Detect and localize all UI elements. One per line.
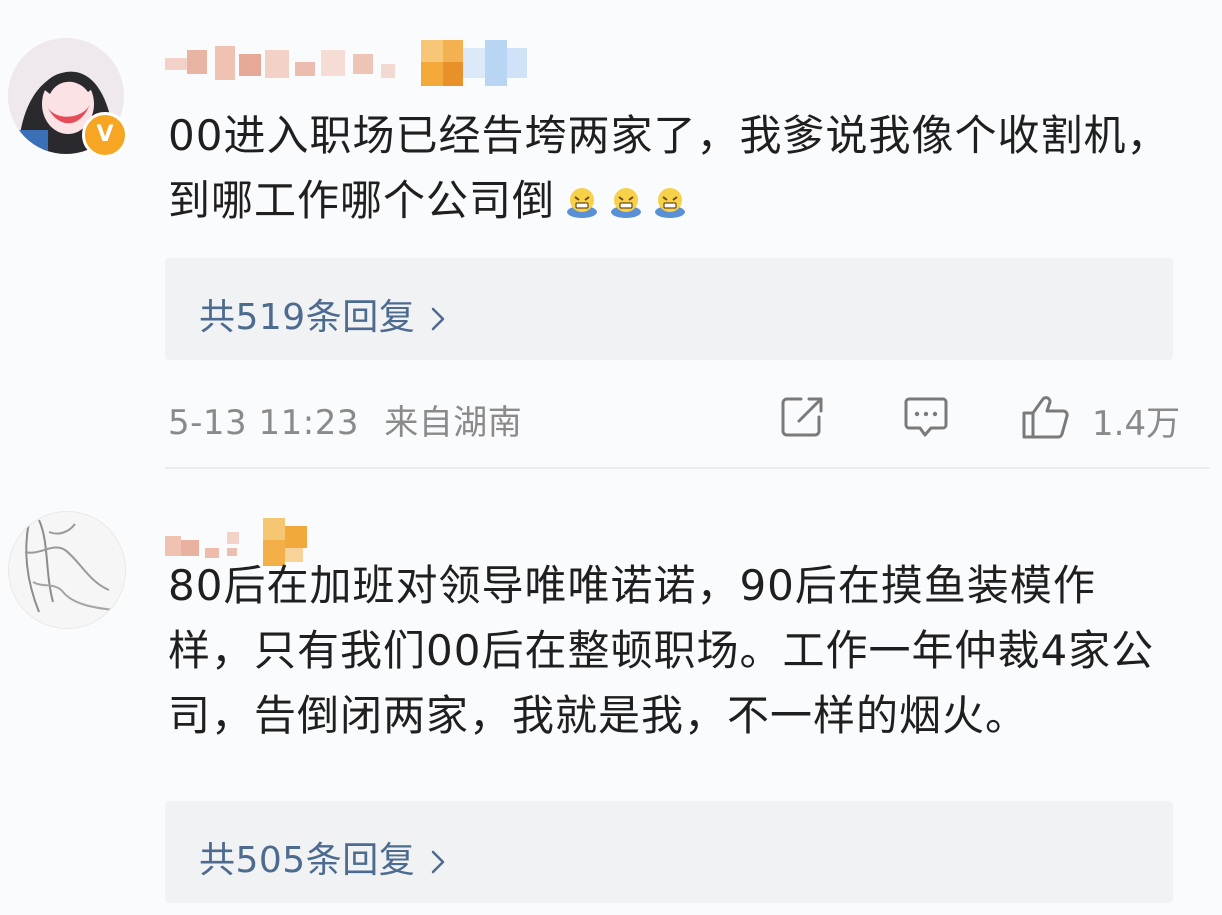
sweat-grimace-emoji-icon	[655, 188, 686, 218]
verified-badge-icon: V	[82, 112, 128, 158]
divider	[165, 467, 1210, 469]
username-blurred[interactable]	[165, 40, 535, 86]
timestamp: 5-13 11:23	[168, 403, 359, 443]
view-replies-button[interactable]: 共519条回复	[165, 258, 1173, 360]
share-icon	[781, 397, 823, 437]
comment-text: 80后在加班对领导唯唯诺诺，90后在摸鱼装模作样，只有我们00后在整顿职场。工作…	[168, 561, 1155, 740]
user-avatar[interactable]	[8, 511, 126, 629]
replies-count-text: 共505条回复	[199, 840, 416, 881]
chevron-right-icon	[431, 850, 445, 874]
replies-count-text: 共519条回复	[199, 297, 416, 338]
like-count: 1.4万	[1092, 404, 1181, 444]
view-replies-button[interactable]: 共505条回复	[165, 801, 1173, 903]
thumbs-up-icon	[1022, 396, 1069, 439]
comment-item: 80后在加班对领导唯唯诺诺，90后在摸鱼装模作样，只有我们00后在整顿职场。工作…	[0, 475, 1222, 915]
comment-bubble-icon	[904, 397, 948, 437]
like-button[interactable]	[1020, 393, 1072, 445]
comment-meta: 5-13 11:23 来自湖南	[168, 395, 522, 444]
replies-count-label[interactable]: 共505条回复	[199, 831, 447, 883]
chevron-right-icon	[431, 307, 445, 331]
comment-text: 00进入职场已经告垮两家了，我爹说我像个收割机，到哪工作哪个公司倒	[168, 103, 1178, 233]
location-label: 来自湖南	[384, 403, 523, 443]
replies-count-label[interactable]: 共519条回复	[199, 288, 447, 340]
comment-button[interactable]	[903, 393, 949, 443]
sweat-grimace-emoji-icon	[567, 188, 598, 218]
share-button[interactable]	[779, 393, 827, 443]
sweat-grimace-emoji-icon	[611, 188, 642, 218]
comment-item: V 00进入职场已经告垮两家了，我爹说我像个收割机，到哪工作哪个公司倒 共519…	[0, 0, 1222, 470]
